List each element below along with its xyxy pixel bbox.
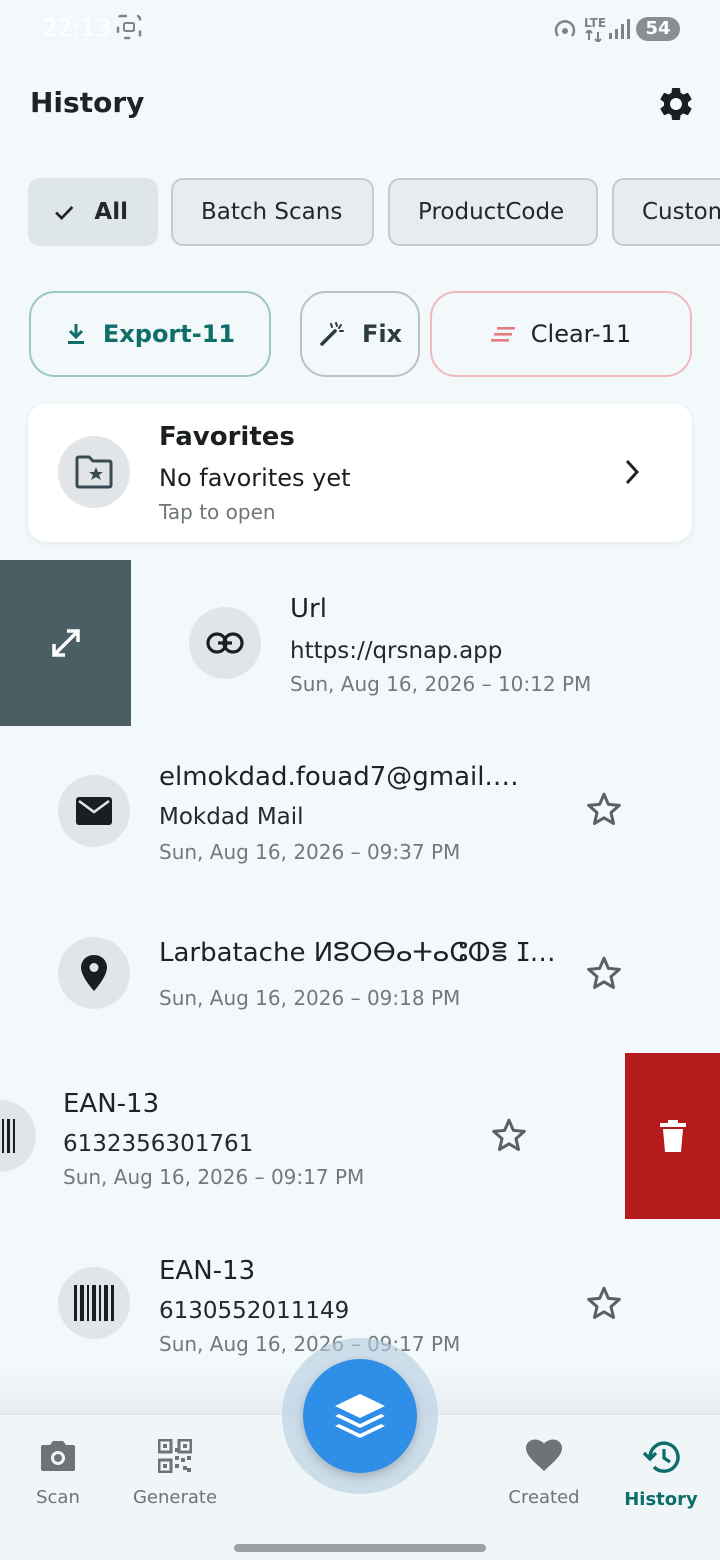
item-value: https://qrsnap.app bbox=[290, 638, 503, 664]
swipe-expand-action[interactable] bbox=[0, 560, 131, 726]
item-value: 6130552011149 bbox=[159, 1298, 350, 1324]
item-title: Larbatache ⵍⵓⵔⴱⴰⵜⴰⵛⵀⴻ ⵊ… bbox=[159, 938, 556, 968]
favorites-title: Favorites bbox=[159, 422, 295, 452]
camera-icon bbox=[41, 1441, 75, 1471]
list-item[interactable]: Url https://qrsnap.app Sun, Aug 16, 2026… bbox=[131, 560, 720, 726]
nav-label: Scan bbox=[36, 1487, 80, 1508]
export-button[interactable]: Export-11 bbox=[29, 291, 271, 377]
filter-chip-batch-scans[interactable]: Batch Scans bbox=[171, 178, 374, 246]
export-label: Export-11 bbox=[102, 320, 236, 348]
folder-star-icon bbox=[75, 455, 113, 489]
item-icon-wrap bbox=[58, 1267, 130, 1339]
barcode-icon bbox=[74, 1285, 114, 1321]
chevron-right-icon bbox=[625, 459, 640, 485]
nav-item-history[interactable]: History bbox=[606, 1439, 716, 1510]
location-pin-icon bbox=[81, 955, 107, 991]
fix-label: Fix bbox=[361, 320, 403, 348]
star-icon[interactable] bbox=[584, 954, 624, 994]
item-date: Sun, Aug 16, 2026 – 09:18 PM bbox=[159, 986, 461, 1010]
item-title: EAN-13 bbox=[63, 1089, 160, 1119]
clear-button[interactable]: Clear-11 bbox=[430, 291, 692, 377]
fix-button[interactable]: Fix bbox=[300, 291, 420, 377]
nav-label: Generate bbox=[132, 1487, 218, 1508]
favorites-icon-wrap bbox=[58, 436, 130, 508]
filter-chip-custom[interactable]: Custom bbox=[612, 178, 720, 246]
data-arrows-icon bbox=[585, 30, 602, 42]
item-title: EAN-13 bbox=[159, 1256, 256, 1286]
list-item[interactable]: EAN-13 6132356301761 Sun, Aug 16, 2026 –… bbox=[0, 1053, 625, 1219]
mail-icon bbox=[76, 797, 112, 825]
history-icon bbox=[642, 1441, 680, 1473]
nav-item-scan[interactable]: Scan bbox=[3, 1439, 113, 1508]
nav-label: Created bbox=[508, 1487, 580, 1508]
battery-indicator: 54 bbox=[636, 17, 680, 41]
expand-icon bbox=[51, 629, 80, 657]
item-title: Url bbox=[290, 594, 327, 624]
item-icon-wrap bbox=[189, 607, 261, 679]
favorites-hint: Tap to open bbox=[159, 500, 276, 524]
item-date: Sun, Aug 16, 2026 – 09:17 PM bbox=[159, 1332, 461, 1356]
layers-icon bbox=[335, 1394, 385, 1438]
network-type: LTE bbox=[584, 16, 607, 30]
filter-chip-label: Custom bbox=[642, 199, 720, 225]
star-icon[interactable] bbox=[584, 1284, 624, 1324]
download-icon bbox=[67, 324, 84, 344]
page-title: History bbox=[30, 86, 145, 119]
item-icon-wrap bbox=[0, 1100, 36, 1172]
item-value: Mokdad Mail bbox=[159, 804, 304, 830]
hotspot-icon bbox=[554, 20, 576, 37]
filter-chip-label: Batch Scans bbox=[201, 199, 343, 225]
nav-item-created[interactable]: Created bbox=[489, 1439, 599, 1508]
favorites-subtitle: No favorites yet bbox=[159, 464, 351, 492]
qr-code-icon bbox=[157, 1438, 193, 1474]
star-icon[interactable] bbox=[584, 790, 624, 830]
item-icon-wrap bbox=[58, 937, 130, 1009]
home-indicator bbox=[234, 1544, 486, 1552]
item-icon-wrap bbox=[58, 775, 130, 847]
item-value: 6132356301761 bbox=[63, 1131, 254, 1157]
item-date: Sun, Aug 16, 2026 – 10:12 PM bbox=[290, 672, 592, 696]
barcode-icon bbox=[2, 1119, 15, 1153]
screenshot-icon bbox=[116, 14, 142, 40]
trash-icon bbox=[659, 1120, 686, 1152]
filter-chip-all[interactable]: All bbox=[28, 178, 158, 246]
swipe-delete-action[interactable] bbox=[625, 1053, 720, 1219]
star-icon[interactable] bbox=[489, 1116, 529, 1156]
filter-chip-label: ProductCode bbox=[418, 199, 565, 225]
check-icon bbox=[55, 205, 74, 220]
filter-chip-productcode[interactable]: ProductCode bbox=[388, 178, 598, 246]
item-title: elmokdad.fouad7@gmail.… bbox=[159, 762, 519, 792]
batch-scan-fab[interactable] bbox=[303, 1359, 417, 1473]
item-date: Sun, Aug 16, 2026 – 09:17 PM bbox=[63, 1165, 365, 1189]
status-time: 22:13 bbox=[42, 14, 112, 42]
filter-chip-label: All bbox=[94, 199, 128, 225]
nav-label: History bbox=[624, 1489, 698, 1510]
gear-icon[interactable] bbox=[656, 84, 696, 124]
list-item[interactable]: Larbatache ⵍⵓⵔⴱⴰⵜⴰⵛⵀⴻ ⵊ… Sun, Aug 16, 20… bbox=[0, 890, 720, 1056]
clear-all-icon bbox=[490, 327, 515, 342]
signal-icon bbox=[609, 19, 630, 39]
list-item[interactable]: elmokdad.fouad7@gmail.… Mokdad Mail Sun,… bbox=[0, 728, 720, 894]
item-date: Sun, Aug 16, 2026 – 09:37 PM bbox=[159, 840, 461, 864]
link-icon bbox=[206, 632, 244, 654]
nav-item-generate[interactable]: Generate bbox=[120, 1438, 230, 1508]
magic-wand-icon bbox=[320, 322, 344, 346]
heart-icon bbox=[526, 1439, 562, 1471]
favorites-card[interactable]: Favorites No favorites yet Tap to open bbox=[28, 404, 692, 542]
clear-label: Clear-11 bbox=[530, 320, 632, 348]
